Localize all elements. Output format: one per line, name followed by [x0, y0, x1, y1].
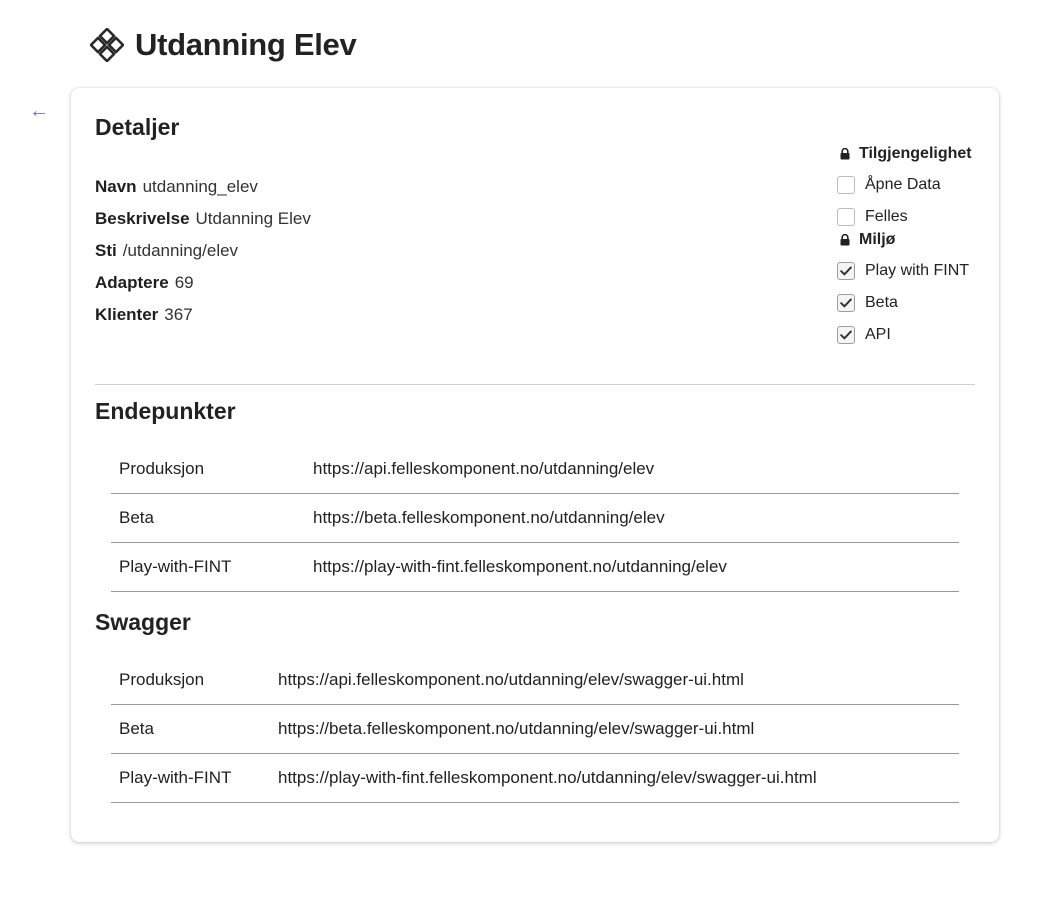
environment-name: Produksjon [111, 445, 305, 494]
endpoint-url[interactable]: https://play-with-fint.felleskomponent.n… [305, 542, 959, 592]
swagger-row: Produksjon https://api.felleskomponent.no… [111, 656, 959, 705]
endpoint-url[interactable]: https://play-with-fint.felleskomponent.n… [270, 753, 959, 803]
checkbox-label: Play with FINT [865, 262, 970, 279]
checkmark-icon [840, 330, 852, 340]
environment-name: Play-with-FINT [111, 542, 305, 592]
detail-row: Sti/utdanning/elev [95, 240, 311, 272]
detail-value: utdanning_elev [142, 177, 258, 196]
checkmark-icon [840, 266, 852, 276]
endpoint-row: Beta https://beta.felleskomponent.no/utda… [111, 493, 959, 543]
endpoint-row: Play-with-FINT https://play-with-fint.fel… [111, 542, 959, 592]
checkbox-option[interactable]: Beta [837, 287, 987, 319]
environment-heading: Miljø [837, 229, 987, 251]
section-divider [95, 384, 975, 385]
detail-row: Adaptere 69 [95, 272, 311, 304]
page-title: Utdanning Elev [135, 27, 357, 62]
lock-icon [840, 148, 850, 160]
detail-row: Navn utdanning_elev [95, 176, 311, 208]
details-title: Detaljer [95, 114, 180, 140]
detail-label: Sti [95, 241, 117, 260]
page-header: Utdanning Elev [89, 24, 357, 66]
checkbox[interactable] [837, 176, 855, 194]
checkbox-label: API [865, 326, 891, 343]
checkbox[interactable] [837, 326, 855, 344]
environment-name: Beta [111, 704, 270, 754]
checkbox-label: Åpne Data [865, 176, 941, 193]
access-panel: Tilgjengelighet Åpne Data Felles Miljø Pl… [837, 143, 987, 351]
detail-row: Beskrivelse Utdanning Elev [95, 208, 311, 240]
detail-value: 69 [174, 273, 194, 292]
lock-icon [840, 234, 850, 246]
availability-heading: Tilgjengelighet [837, 143, 987, 165]
checkbox[interactable] [837, 208, 855, 226]
swagger-title: Swagger [95, 609, 191, 635]
endpoint-url[interactable]: https://api.felleskomponent.no/utdanning… [270, 656, 959, 705]
environment-name: Beta [111, 493, 305, 543]
checkbox-label: Felles [865, 208, 908, 225]
component-diamond-icon [89, 27, 125, 63]
swagger-table: Produksjon https://api.felleskomponent.no… [111, 656, 959, 803]
detail-value: 367 [164, 305, 193, 324]
availability-heading-label: Tilgjengelighet [859, 145, 972, 162]
swagger-row: Play-with-FINT https://play-with-fint.fel… [111, 753, 959, 803]
environment-name: Produksjon [111, 656, 270, 705]
checkmark-icon [840, 298, 852, 308]
environment-options: Play with FINT Beta API [837, 255, 987, 351]
checkbox-label: Beta [865, 294, 898, 311]
swagger-row: Beta https://beta.felleskomponent.no/utda… [111, 704, 959, 754]
environment-heading-label: Miljø [859, 231, 896, 248]
endpoint-url[interactable]: https://beta.felleskomponent.no/utdannin… [270, 704, 959, 754]
back-button[interactable]: ← [28, 98, 50, 124]
detail-label: Navn [95, 177, 137, 196]
checkbox-option[interactable]: Play with FINT [837, 255, 987, 287]
endpoint-row: Produksjon https://api.felleskomponent.no… [111, 445, 959, 494]
availability-options: Åpne Data Felles [837, 169, 987, 233]
detail-value: /utdanning/elev [122, 241, 239, 260]
detail-label: Beskrivelse [95, 209, 190, 228]
detail-value: Utdanning Elev [195, 209, 311, 228]
endpoints-title: Endepunkter [95, 398, 236, 424]
detail-label: Adaptere [95, 273, 169, 292]
checkbox-option[interactable]: Åpne Data [837, 169, 987, 201]
detail-row: Klienter 367 [95, 304, 311, 336]
checkbox-option[interactable]: API [837, 319, 987, 351]
arrow-left-icon: ← [29, 100, 49, 122]
environment-name: Play-with-FINT [111, 753, 270, 803]
endpoint-url[interactable]: https://api.felleskomponent.no/utdanning… [305, 445, 959, 494]
endpoints-table: Produksjon https://api.felleskomponent.no… [111, 445, 959, 592]
details-list: Navn utdanning_elev Beskrivelse Utdanning E… [95, 176, 311, 336]
checkbox[interactable] [837, 262, 855, 280]
component-card: Detaljer Navn utdanning_elev Beskrivelse Ut… [71, 88, 999, 842]
checkbox[interactable] [837, 294, 855, 312]
detail-label: Klienter [95, 305, 159, 324]
endpoint-url[interactable]: https://beta.felleskomponent.no/utdannin… [305, 493, 959, 543]
